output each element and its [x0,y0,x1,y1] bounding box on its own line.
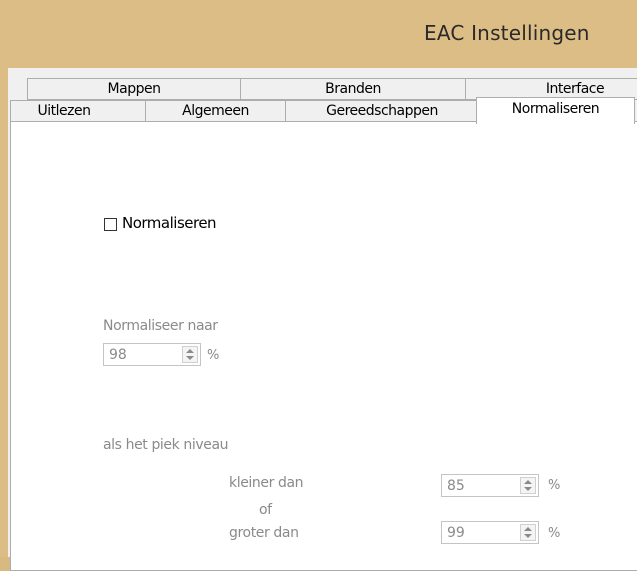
smaller-than-spinner[interactable]: 85 [441,474,539,497]
peak-level-label: als het piek niveau [103,437,229,453]
tab-gereedschappen[interactable]: Gereedschappen [285,100,479,122]
spinner-arrows-icon[interactable] [182,346,198,363]
percent-label: % [548,478,561,493]
or-label: of [259,502,272,518]
normalize-to-label: Normaliseer naar [103,318,218,334]
tab-algemeen[interactable]: Algemeen [145,100,286,122]
normalize-to-spinner[interactable]: 98 [103,343,201,366]
greater-than-spinner[interactable]: 99 [441,521,539,544]
smaller-than-value[interactable]: 85 [447,478,465,494]
spinner-arrows-icon[interactable] [520,524,536,541]
greater-than-value[interactable]: 99 [447,525,465,541]
tab-uitlezen[interactable]: Uitlezen [10,100,146,122]
tab-mappen[interactable]: Mappen [27,78,241,100]
window-border [0,68,8,557]
title-bar[interactable]: EAC Instellingen [0,0,637,68]
tab-branden[interactable]: Branden [240,78,466,100]
percent-label: % [548,526,561,541]
normalize-checkbox[interactable] [104,218,117,231]
greater-than-label: groter dan [229,525,299,541]
spinner-arrows-icon[interactable] [520,477,536,494]
percent-label: % [207,348,220,363]
normalize-to-value[interactable]: 98 [109,347,127,363]
window-title: EAC Instellingen [424,21,590,45]
normalize-checkbox-label[interactable]: Normaliseren [122,214,217,232]
smaller-than-label: kleiner dan [229,475,304,491]
tab-normaliseren[interactable]: Normaliseren [476,97,635,124]
